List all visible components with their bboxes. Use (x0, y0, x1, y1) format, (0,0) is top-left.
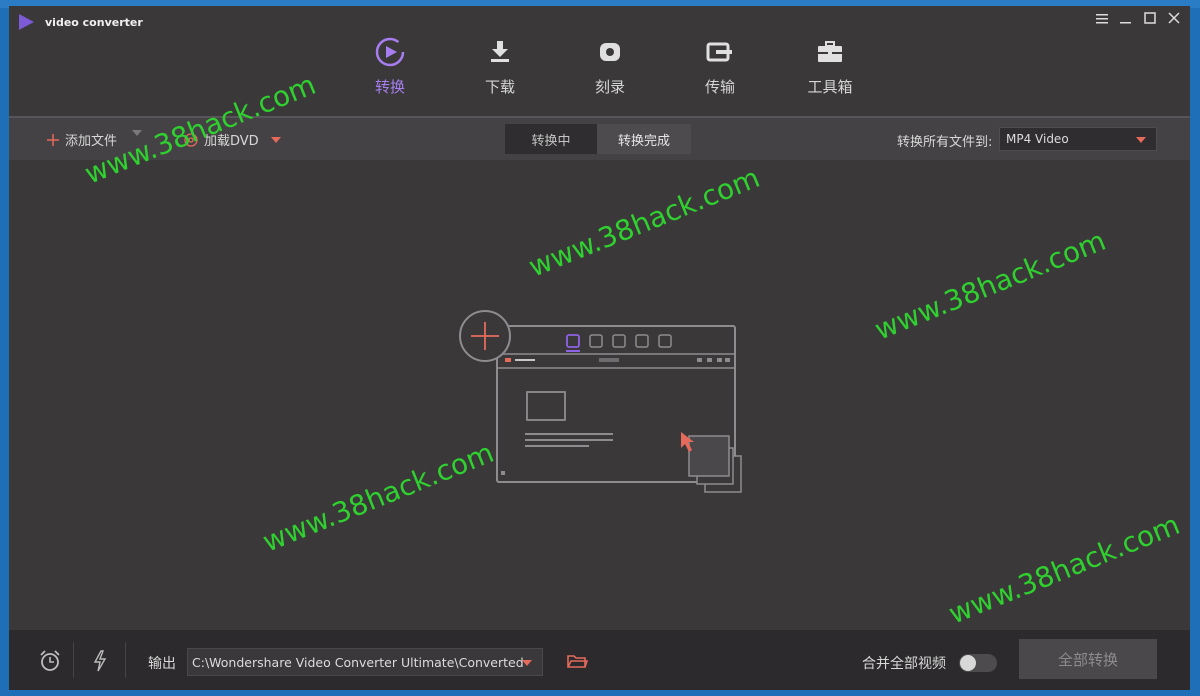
tab-burn-label: 刻录 (594, 78, 625, 96)
alarm-clock-icon (40, 650, 60, 671)
download-icon (484, 36, 516, 68)
minimize-icon (1120, 22, 1131, 24)
tab-transfer-label: 传输 (704, 78, 735, 96)
tab-download[interactable]: 下载 (445, 34, 555, 118)
merge-all-label: 合并全部视频 (862, 656, 946, 672)
maximize-icon (1144, 12, 1156, 24)
status-segment: 转换中 转换完成 (505, 124, 691, 154)
add-files-illustration[interactable] (447, 308, 747, 498)
tab-convert[interactable]: 转换 (335, 34, 445, 118)
tab-finished[interactable]: 转换完成 (597, 124, 691, 154)
dvd-disc-icon (184, 132, 198, 147)
app-logo-icon (19, 14, 34, 30)
output-format-select[interactable]: MP4 Video (999, 127, 1157, 151)
tab-burn[interactable]: 刻录 (555, 34, 665, 118)
toggle-knob (960, 655, 976, 671)
app-window: video converter 转换 下载 刻录 传输 工具箱 添加文件 加载D… (9, 6, 1190, 690)
tab-convert-label: 转换 (374, 78, 405, 96)
output-format-value: MP4 Video (1006, 132, 1069, 146)
file-drop-area[interactable] (9, 160, 1190, 630)
convert-play-icon (374, 36, 406, 68)
merge-all-toggle[interactable] (959, 654, 997, 672)
chevron-down-icon (1136, 137, 1146, 143)
add-files-label: 添加文件 (65, 134, 118, 149)
chevron-down-icon (522, 660, 532, 666)
close-icon (1168, 12, 1180, 24)
load-dvd-button[interactable]: 加载DVD (184, 130, 259, 149)
add-files-dropdown[interactable] (132, 130, 142, 136)
title-bar: video converter 转换 下载 刻录 传输 工具箱 (9, 6, 1190, 118)
tab-converting[interactable]: 转换中 (505, 124, 597, 154)
footer-bar: 输出 C:\Wondershare Video Converter Ultima… (9, 630, 1190, 690)
lightning-icon (93, 650, 107, 672)
tab-transfer[interactable]: 传输 (665, 34, 775, 118)
convert-all-button[interactable]: 全部转换 (1019, 639, 1157, 679)
chevron-down-icon (132, 130, 142, 136)
menu-button[interactable] (1094, 10, 1110, 26)
toolbox-icon (814, 36, 846, 68)
output-path-value: C:\Wondershare Video Converter Ultimate\… (192, 654, 524, 670)
footer-divider (125, 642, 126, 678)
maximize-button[interactable] (1142, 10, 1158, 26)
load-dvd-dropdown[interactable] (271, 137, 281, 143)
tab-download-label: 下载 (484, 78, 515, 96)
menu-icon (1096, 13, 1108, 23)
add-files-button[interactable]: 添加文件 (47, 130, 117, 149)
window-controls (1094, 10, 1182, 26)
close-button[interactable] (1166, 10, 1182, 26)
load-dvd-label: 加载DVD (204, 134, 259, 149)
minimize-button[interactable] (1118, 10, 1134, 26)
output-label: 输出 (148, 656, 176, 672)
high-speed-button[interactable] (87, 648, 113, 674)
action-toolbar: 添加文件 加载DVD 转换中 转换完成 转换所有文件到: MP4 Video (9, 118, 1190, 160)
schedule-button[interactable] (37, 648, 63, 674)
main-tabs: 转换 下载 刻录 传输 工具箱 (335, 34, 885, 118)
transfer-icon (704, 36, 736, 68)
app-logo: video converter (17, 13, 143, 31)
burn-disc-icon (594, 36, 626, 68)
app-title: video converter (45, 15, 143, 29)
tab-toolbox-label: 工具箱 (807, 78, 853, 96)
output-path-select[interactable]: C:\Wondershare Video Converter Ultimate\… (187, 648, 543, 676)
plus-icon (47, 133, 59, 146)
chevron-down-icon (271, 137, 281, 143)
tab-toolbox[interactable]: 工具箱 (775, 34, 885, 118)
footer-divider (73, 642, 74, 678)
convert-all-to-label: 转换所有文件到: (897, 135, 993, 150)
open-folder-icon[interactable] (566, 651, 588, 671)
